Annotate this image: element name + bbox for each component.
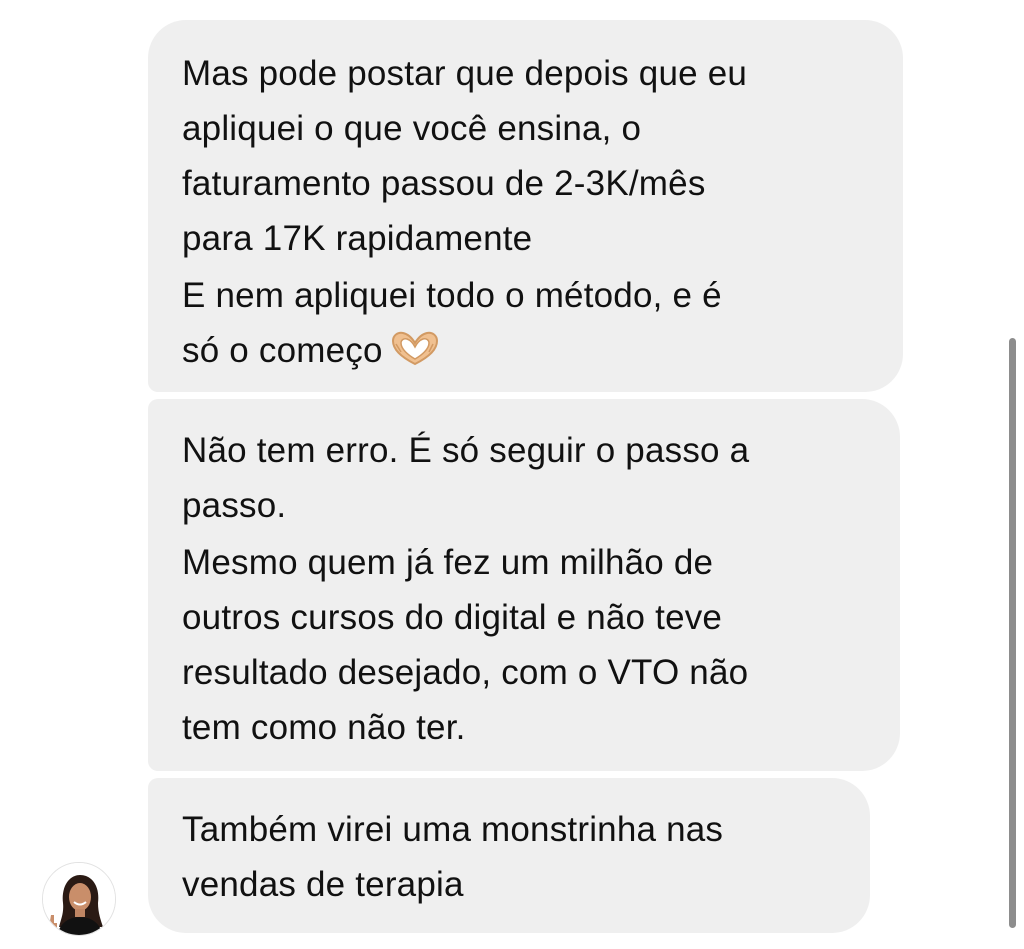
message-text: Mesmo quem já fez um milhão de outros cu… <box>182 543 749 747</box>
heart-hands-emoji-icon <box>389 329 441 384</box>
message-bubble[interactable]: Mas pode postar que depois que eu apliqu… <box>148 20 903 392</box>
message-thread: Mas pode postar que depois que eu apliqu… <box>0 0 1024 949</box>
message-text: Não tem erro. É só seguir o passo a pass… <box>182 431 750 525</box>
profile-photo-icon <box>43 863 115 935</box>
scrollbar[interactable] <box>1009 338 1016 928</box>
message-bubble[interactable]: Também virei uma monstrinha nas vendas d… <box>148 778 870 933</box>
message-text: Também virei uma monstrinha nas vendas d… <box>182 810 724 904</box>
message-text: E nem apliquei todo o método, e é só o c… <box>182 276 722 370</box>
message-text-with-emoji: E nem apliquei todo o método, e é só o c… <box>182 268 869 384</box>
message-text: Mas pode postar que depois que eu apliqu… <box>182 54 748 258</box>
sender-avatar[interactable] <box>42 862 116 936</box>
message-bubble[interactable]: Não tem erro. É só seguir o passo a pass… <box>148 399 900 771</box>
